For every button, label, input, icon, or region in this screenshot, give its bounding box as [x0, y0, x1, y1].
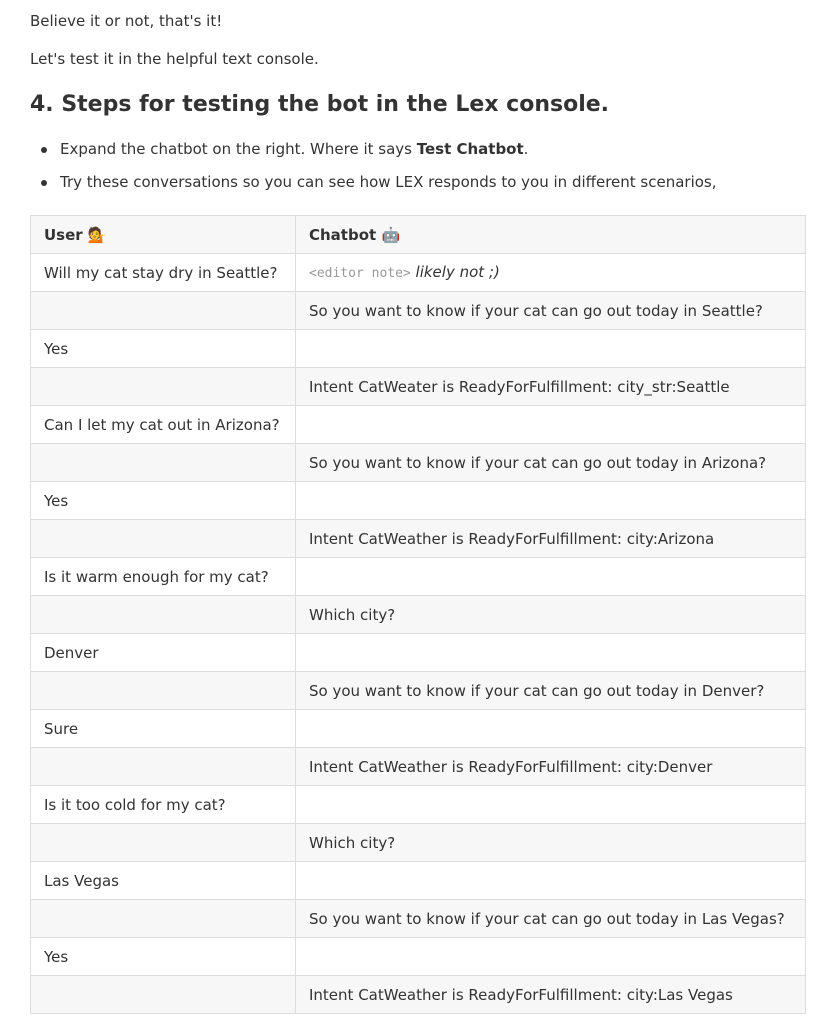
chatbot-response-cell [295, 405, 806, 444]
conversation-body: Will my cat stay dry in Seattle? <editor … [30, 253, 806, 1014]
intro-line-1: Believe it or not, that's it! [30, 12, 223, 30]
user-message-cell [30, 899, 296, 938]
chatbot-response-cell [295, 785, 806, 824]
chatbot-response-cell [295, 709, 806, 748]
chatbot-response-cell [295, 937, 806, 976]
user-message-cell: Is it warm enough for my cat? [30, 557, 296, 596]
user-message-cell: Yes [30, 329, 296, 368]
chatbot-response-cell [295, 481, 806, 520]
steps-list: Expand the chatbot on the right. Where i… [30, 138, 717, 204]
table-row: Denver [30, 633, 806, 672]
list-item-text-end: . [523, 140, 529, 158]
chatbot-response-cell: Intent CatWeater is ReadyForFulfillment:… [295, 367, 806, 406]
editor-note-code: <editor note> [309, 265, 411, 281]
robot-icon: 🤖 [381, 225, 401, 244]
chatbot-response-cell [295, 557, 806, 596]
table-row: Is it warm enough for my cat? [30, 557, 806, 596]
chatbot-response-cell: So you want to know if your cat can go o… [295, 291, 806, 330]
table-row: Which city? [30, 595, 806, 634]
table-row: Yes [30, 937, 806, 976]
table-row: Intent CatWeather is ReadyForFulfillment… [30, 519, 806, 558]
chatbot-response-cell [295, 861, 806, 900]
table-row: Will my cat stay dry in Seattle? <editor … [30, 253, 806, 292]
list-item: Expand the chatbot on the right. Where i… [30, 138, 717, 160]
user-message-cell: Denver [30, 633, 296, 672]
user-message-cell: Sure [30, 709, 296, 748]
chatbot-column-header: Chatbot 🤖 [295, 215, 806, 254]
bullet-icon [41, 147, 47, 153]
test-chatbot-label: Test Chatbot [416, 140, 524, 158]
user-message-cell [30, 519, 296, 558]
table-row: Las Vegas [30, 861, 806, 900]
user-message-cell [30, 975, 296, 1014]
user-message-cell [30, 823, 296, 862]
user-message-cell: Yes [30, 481, 296, 520]
user-message-cell [30, 291, 296, 330]
table-row: So you want to know if your cat can go o… [30, 671, 806, 710]
user-message-cell: Will my cat stay dry in Seattle? [30, 253, 296, 292]
user-message-cell [30, 671, 296, 710]
user-message-cell: Is it too cold for my cat? [30, 785, 296, 824]
user-column-header: User 💁 [30, 215, 296, 254]
list-item-text: Expand the chatbot on the right. Where i… [60, 140, 417, 158]
section-heading: 4. Steps for testing the bot in the Lex … [30, 92, 610, 117]
chatbot-response-cell: Intent CatWeather is ReadyForFulfillment… [295, 519, 806, 558]
chatbot-response-cell: Intent CatWeather is ReadyForFulfillment… [295, 975, 806, 1014]
chatbot-response-cell: So you want to know if your cat can go o… [295, 899, 806, 938]
chatbot-response-cell [295, 633, 806, 672]
user-message-cell [30, 747, 296, 786]
bullet-icon [41, 180, 47, 186]
table-row: Intent CatWeater is ReadyForFulfillment:… [30, 367, 806, 406]
table-row: So you want to know if your cat can go o… [30, 291, 806, 330]
table-row: Is it too cold for my cat? [30, 785, 806, 824]
person-icon: 💁 [87, 225, 107, 244]
table-row: Intent CatWeather is ReadyForFulfillment… [30, 747, 806, 786]
table-row: Sure [30, 709, 806, 748]
table-row: Yes [30, 329, 806, 368]
chatbot-response-cell: Which city? [295, 823, 806, 862]
chatbot-header-label: Chatbot [309, 225, 377, 244]
user-message-cell: Las Vegas [30, 861, 296, 900]
user-message-cell: Can I let my cat out in Arizona? [30, 405, 296, 444]
user-header-label: User [44, 225, 83, 244]
user-message-cell [30, 367, 296, 406]
chatbot-response-cell: <editor note> likely not ;) [295, 253, 806, 292]
intro-line-2: Let's test it in the helpful text consol… [30, 50, 319, 68]
chatbot-response-cell: Which city? [295, 595, 806, 634]
table-row: So you want to know if your cat can go o… [30, 443, 806, 482]
user-message-cell [30, 443, 296, 482]
user-message-cell [30, 595, 296, 634]
user-message-cell: Yes [30, 937, 296, 976]
chatbot-response-cell [295, 329, 806, 368]
table-row: Can I let my cat out in Arizona? [30, 405, 806, 444]
table-row: Yes [30, 481, 806, 520]
list-item-text: Try these conversations so you can see h… [60, 173, 717, 191]
table-row: So you want to know if your cat can go o… [30, 899, 806, 938]
list-item: Try these conversations so you can see h… [30, 171, 717, 193]
table-row: Intent CatWeather is ReadyForFulfillment… [30, 975, 806, 1014]
conversation-table: User 💁 Chatbot 🤖 Will my cat stay dry in… [30, 215, 806, 1014]
table-row: Which city? [30, 823, 806, 862]
chatbot-response-cell: Intent CatWeather is ReadyForFulfillment… [295, 747, 806, 786]
chatbot-response-cell: So you want to know if your cat can go o… [295, 671, 806, 710]
editor-note-text: likely not ;) [415, 262, 500, 281]
chatbot-response-cell: So you want to know if your cat can go o… [295, 443, 806, 482]
